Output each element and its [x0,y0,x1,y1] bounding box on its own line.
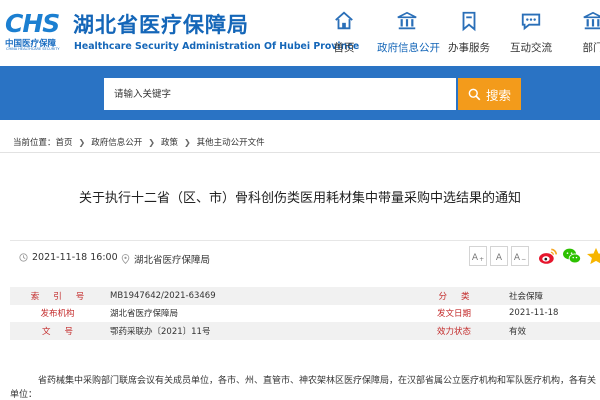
table-value: 有效 [504,322,600,340]
table-value: 2021-11-18 [509,308,559,319]
site-header: CHS 中国医疗保障 CHINA HEALTHCARE SECURITY 湖北省… [0,0,600,66]
logo-english-text: CHINA HEALTHCARE SECURITY [6,47,60,51]
search-button[interactable]: 搜索 [458,78,521,110]
nav-interaction[interactable]: 互动交流 [501,6,561,60]
divider [10,240,600,241]
font-size-default-button[interactable]: A [490,246,508,266]
article-title: 关于执行十二省（区、市）骨科创伤类医用耗材集中带量采购中选结果的通知 [78,191,521,206]
nav-label: 办事服务 [448,42,490,54]
table-label: 发文日期 [436,309,471,320]
chat-icon [521,13,541,31]
search-input[interactable] [104,78,456,110]
breadcrumb-separator-icon: ❯ [78,137,86,147]
breadcrumb-policy[interactable]: 政策 [161,136,178,148]
table-label: 发布机构 [40,309,75,320]
nav-label: 互动交流 [510,42,552,54]
location-icon [121,254,130,264]
qzone-share-icon[interactable] [586,247,600,265]
table-label: 文号 [10,322,105,340]
search-button-label: 搜索 [485,87,511,103]
weibo-share-icon[interactable] [538,247,558,265]
clock-icon [19,253,28,262]
breadcrumb-gov-info[interactable]: 政府信息公开 [91,136,142,148]
article-publisher: 湖北省医疗保障局 [121,252,210,266]
article-date-text: 2021-11-18 16:00 [32,252,118,263]
article-date: 2021-11-18 16:00 [19,252,118,263]
article-body-line: 单位： [10,390,38,400]
table-value: MB1947642/2021-63469 [105,287,404,305]
table-row: 索引号 MB1947642/2021-63469 分类 社会保障 [10,287,600,305]
nav-services[interactable]: 办事服务 [439,6,499,60]
font-size-decrease-button[interactable]: A − [511,246,529,266]
breadcrumb-other-files[interactable]: 其他主动公开文件 [197,136,265,148]
bookmark-icon [462,11,476,32]
table-value: 湖北省医疗保障局 [110,309,179,320]
nav-home[interactable]: 首页 [314,6,374,60]
nav-gov-info[interactable]: 政府信息公开 [377,6,440,60]
document-info-table: 索引号 MB1947642/2021-63469 分类 社会保障 发布机构 湖北… [10,287,600,340]
nav-label: 政府信息公开 [377,42,440,54]
building-icon [397,11,417,30]
table-label: 效力状态 [404,322,504,340]
logo-mark: CHS [5,9,60,38]
site-title[interactable]: 湖北省医疗保障局 [73,9,249,39]
table-label: 分类 [404,287,504,305]
article-publisher-text: 湖北省医疗保障局 [134,255,211,266]
home-icon [335,11,353,30]
nav-label: 首页 [333,42,355,54]
breadcrumb: 当前位置： 首页 ❯ 政府信息公开 ❯ 政策 ❯ 其他主动公开文件 [13,136,265,149]
site-logo[interactable]: CHS 中国医疗保障 CHINA HEALTHCARE SECURITY [5,9,67,51]
table-row: 文号 鄂药采联办〔2021〕11号 效力状态 有效 [10,322,600,340]
table-row: 发布机构 湖北省医疗保障局 发文日期 2021-11-18 [10,305,600,323]
font-size-increase-button[interactable]: A + [469,246,487,266]
divider [0,152,600,153]
search-icon [468,88,481,100]
table-value: 社会保障 [504,287,600,305]
nav-label: 部门 [582,42,600,54]
table-label: 索引号 [10,287,105,305]
breadcrumb-separator-icon: ❯ [183,137,191,147]
table-value: 鄂药采联办〔2021〕11号 [105,322,404,340]
article-body-line: 省药械集中采购部门联席会议有关成员单位，各市、州、直管市、神农架林区医疗保障局，… [38,376,597,386]
nav-departments[interactable]: 部门 [563,6,600,60]
breadcrumb-prefix: 当前位置： [13,138,56,148]
breadcrumb-separator-icon: ❯ [148,137,155,147]
breadcrumb-home[interactable]: 首页 [56,136,73,148]
building-icon [583,11,600,30]
wechat-share-icon[interactable] [562,247,582,265]
